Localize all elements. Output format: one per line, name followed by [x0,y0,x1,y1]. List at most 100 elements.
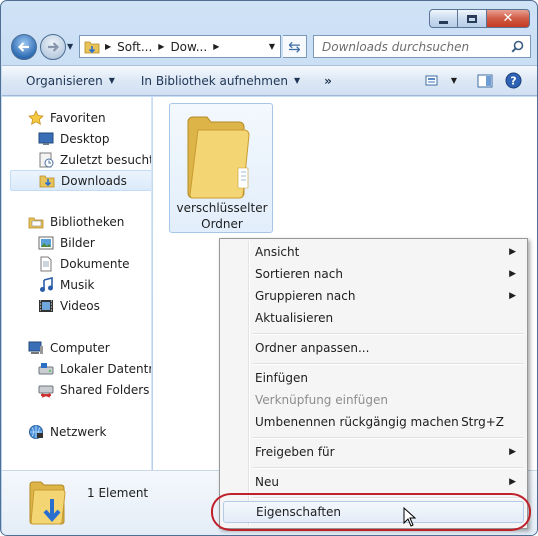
star-icon [28,109,44,125]
nav-libraries-label: Bibliotheken [50,214,125,229]
nav-item-downloads[interactable]: Downloads [10,170,151,191]
address-dropdown[interactable]: ▼ [269,42,275,51]
nav-item-documents[interactable]: Dokumente [38,253,151,274]
search-icon[interactable] [511,40,524,53]
nav-item-shared-folders[interactable]: Shared Folders (\\ [38,379,151,400]
nav-computer[interactable]: Computer [28,337,151,358]
nav-item-label: Dokumente [60,256,130,271]
mouse-cursor-icon [403,507,417,527]
menu-item-label: Verknüpfung einfügen [255,393,388,407]
menu-item-label: Neu [255,475,279,489]
organize-menu[interactable]: Organisieren ▼ [18,66,123,95]
menu-item-refresh[interactable]: Aktualisieren [223,307,524,329]
nav-item-music[interactable]: Musik [38,274,151,295]
submenu-arrow-icon: ▶ [509,291,516,301]
pictures-icon [38,236,54,249]
nav-favorites-label: Favoriten [50,110,106,125]
network-icon [29,424,43,439]
back-arrow-icon [17,42,29,52]
desktop-icon [38,132,54,145]
folder-item-encrypted[interactable]: verschlüsselter Ordner [169,103,273,233]
menu-separator [253,467,523,469]
network-drive-icon [38,385,54,398]
breadcrumb-separator[interactable]: ▶ [213,42,219,51]
menu-item-undo-rename[interactable]: Umbenennen rückgängig machen Strg+Z [223,411,524,433]
folder-item-label: verschlüsselter Ordner [170,200,274,232]
menu-item-sort-by[interactable]: Sortieren nach ▶ [223,263,524,285]
menu-item-share-with[interactable]: Freigeben für ▶ [223,441,524,463]
submenu-arrow-icon: ▶ [509,447,516,457]
breadcrumb-software[interactable]: Soft... [117,40,152,54]
nav-favorites[interactable]: Favoriten [28,107,151,128]
menu-item-label: Gruppieren nach [255,289,356,303]
forward-arrow-icon [48,42,60,52]
menu-item-new[interactable]: Neu ▶ [223,471,524,493]
breadcrumb-downloads[interactable]: Dow... [170,40,207,54]
downloads-folder-icon [39,175,55,187]
include-in-library-label: In Bibliothek aufnehmen [140,73,288,88]
nav-item-label: Desktop [60,131,110,146]
nav-libraries[interactable]: Bibliotheken [28,211,151,232]
folder-label-line2: Ordner [201,217,243,231]
menu-item-label: Ordner anpassen... [255,341,370,355]
preview-pane-icon [477,74,493,87]
nav-item-label: Lokaler Datenträger [60,361,151,376]
folder-icon [187,116,250,199]
submenu-arrow-icon: ▶ [509,269,516,279]
menu-item-paste[interactable]: Einfügen [223,367,524,389]
help-button[interactable]: ? [499,66,527,95]
folder-icon [84,41,100,53]
documents-icon [40,256,52,271]
refresh-button[interactable]: ⇆ [283,35,307,58]
navigation-row: ▼ ▶ Soft... ▶ Dow... ▶ ▼ ⇆ Downloads dur… [9,32,531,62]
maximize-icon [467,14,477,23]
change-view-button[interactable] [419,66,447,95]
back-button[interactable] [11,34,37,60]
views-icon [425,75,438,85]
explorer-window: ✕ ▼ ▶ Soft... ▶ Dow... ▶ ▼ ⇆ Downloads d… [0,0,538,536]
search-input[interactable]: Downloads durchsuchen [322,40,469,54]
breadcrumb-separator[interactable]: ▶ [158,42,164,51]
nav-network-label: Netzwerk [50,424,107,439]
breadcrumb-separator[interactable]: ▶ [105,42,111,51]
videos-icon [39,299,53,312]
libraries-icon [28,217,44,228]
music-icon [40,276,53,292]
address-bar[interactable]: ▶ Soft... ▶ Dow... ▶ ▼ [79,35,281,58]
submenu-arrow-icon: ▶ [509,247,516,257]
menu-item-label: Umbenennen rückgängig machen [255,415,459,429]
submenu-arrow-icon: ▶ [509,477,516,487]
caption-buttons: ✕ [429,9,530,28]
include-in-library-menu[interactable]: In Bibliothek aufnehmen ▼ [133,66,308,95]
nav-item-recent-places[interactable]: Zuletzt besucht [38,149,151,170]
menu-item-paste-shortcut: Verknüpfung einfügen [223,389,524,411]
menu-item-view[interactable]: Ansicht ▶ [223,241,524,263]
item-count: 1 Element [87,486,149,500]
menu-item-customize-folder[interactable]: Ordner anpassen... [223,337,524,359]
view-options-dropdown[interactable]: ▼ [447,66,461,95]
recent-pages-dropdown[interactable]: ▼ [67,42,73,51]
menu-item-label: Ansicht [255,245,300,259]
preview-pane-button[interactable] [471,66,499,95]
nav-item-desktop[interactable]: Desktop [38,128,151,149]
close-button[interactable]: ✕ [487,9,530,28]
nav-item-pictures[interactable]: Bilder [38,232,151,253]
search-box[interactable]: Downloads durchsuchen [313,35,531,58]
nav-item-videos[interactable]: Videos [38,295,151,316]
refresh-icon: ⇆ [288,37,301,56]
context-menu: Ansicht ▶ Sortieren nach ▶ Gruppieren nach… [219,238,528,529]
maximize-button[interactable] [458,9,487,28]
chevron-down-icon: ▼ [293,76,301,85]
nav-item-label: Videos [60,298,100,313]
nav-network[interactable]: Netzwerk [28,421,151,442]
nav-item-local-disk[interactable]: Lokaler Datenträger [38,358,151,379]
minimize-button[interactable] [429,9,458,28]
nav-item-label: Musik [60,277,95,292]
menu-item-group-by[interactable]: Gruppieren nach ▶ [223,285,524,307]
menu-item-shortcut: Strg+Z [461,415,504,429]
menu-item-label: Aktualisieren [255,311,334,325]
menu-item-label: Einfügen [255,371,308,385]
command-bar: Organisieren ▼ In Bibliothek aufnehmen ▼ »… [2,65,537,96]
forward-button[interactable] [40,34,66,60]
more-commands-button[interactable]: » [316,66,340,95]
